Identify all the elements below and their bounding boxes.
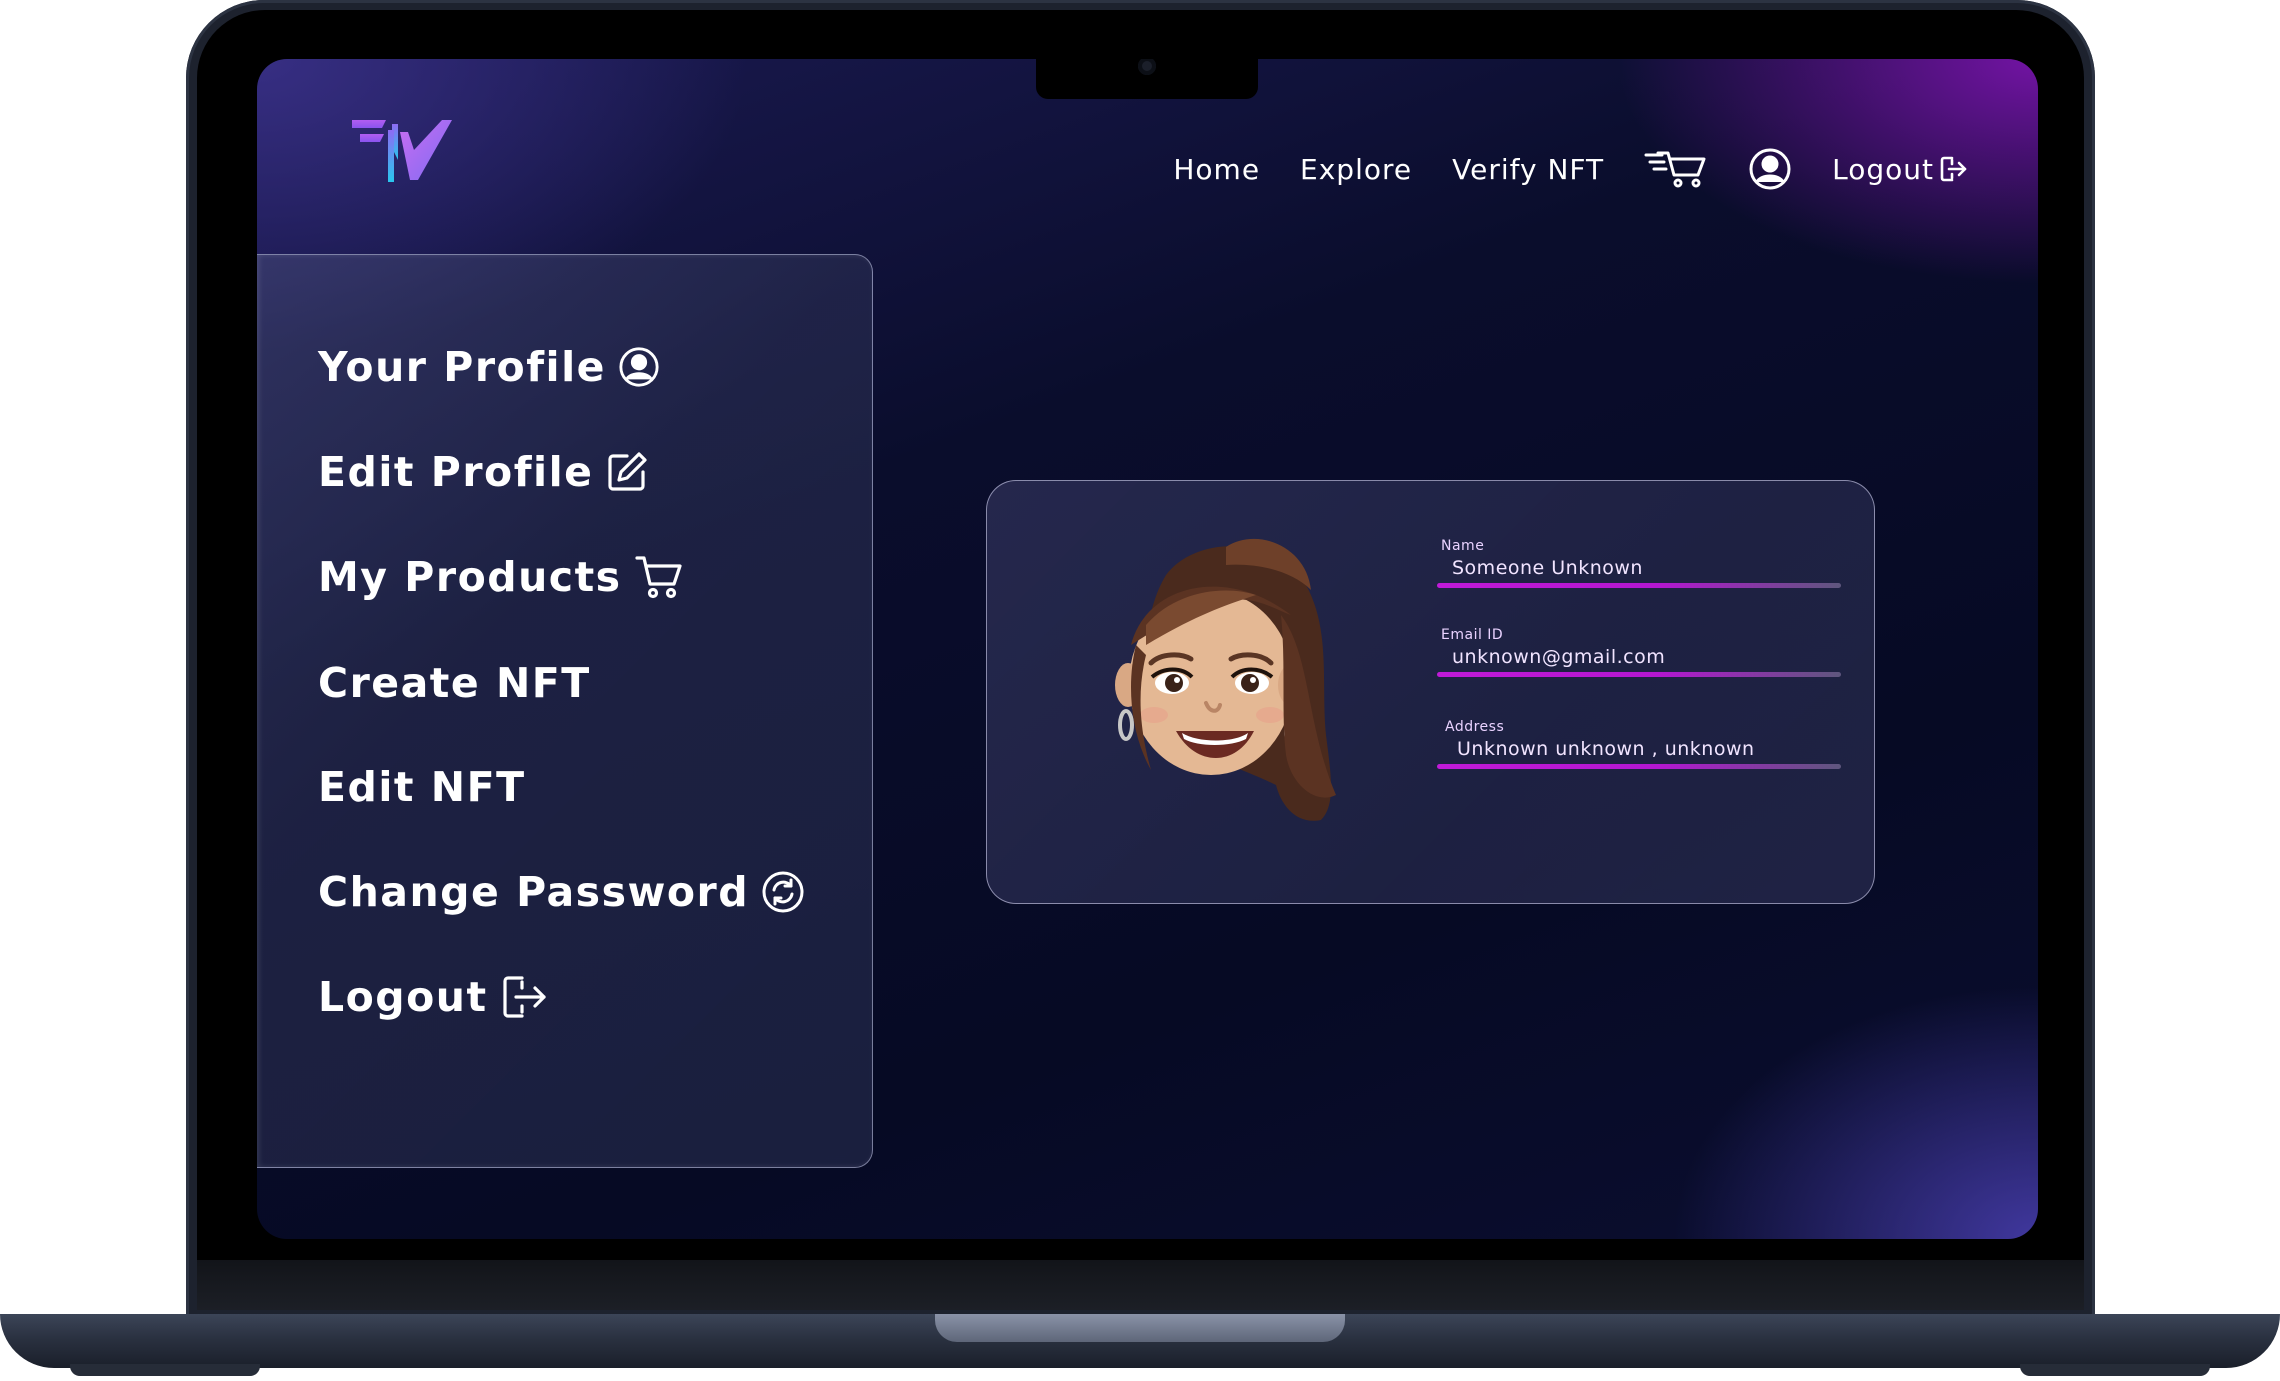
nav-verify-nft-link[interactable]: Verify NFT — [1452, 153, 1604, 186]
top-nav: Home Explore Verify NFT Logout — [1133, 139, 1968, 199]
sidebar-item-change-password[interactable]: Change Password — [318, 868, 805, 916]
user-circle-icon — [619, 347, 659, 387]
cart-icon[interactable] — [1644, 149, 1708, 189]
email-underline — [1437, 672, 1841, 677]
sidebar: Your Profile Edit Profile My Products Cr… — [257, 254, 873, 1168]
fv-logo-icon[interactable] — [352, 120, 452, 184]
sidebar-item-edit-nft[interactable]: Edit NFT — [318, 763, 526, 811]
sidebar-item-edit-profile[interactable]: Edit Profile — [318, 448, 649, 496]
sidebar-item-label: My Products — [318, 553, 622, 601]
sidebar-item-label: Change Password — [318, 868, 750, 916]
sidebar-item-my-products[interactable]: My Products — [318, 553, 684, 601]
refresh-icon — [762, 871, 804, 913]
address-label: Address — [1445, 719, 1505, 735]
memoji-avatar — [1115, 538, 1336, 821]
sidebar-item-label: Edit Profile — [318, 448, 594, 496]
address-underline — [1437, 764, 1841, 769]
laptop-foot-left — [70, 1364, 260, 1376]
nav-logout-label: Logout — [1832, 152, 1934, 186]
sidebar-item-logout[interactable]: Logout — [318, 973, 550, 1021]
sidebar-item-label: Create NFT — [318, 659, 591, 707]
nav-home-link[interactable]: Home — [1173, 153, 1260, 186]
camera-icon — [1138, 59, 1156, 75]
sidebar-item-your-profile[interactable]: Your Profile — [318, 343, 660, 391]
edit-icon — [608, 452, 648, 491]
address-field[interactable]: Address Unknown unknown , unknown — [1437, 719, 1841, 769]
name-underline — [1437, 583, 1841, 588]
name-field[interactable]: Name Someone Unknown — [1437, 538, 1841, 588]
laptop-hinge — [197, 1260, 2084, 1310]
nav-explore-link[interactable]: Explore — [1300, 153, 1412, 186]
profile-card: Name Someone Unknown Email ID unknown@gm… — [986, 480, 1875, 904]
sidebar-item-label: Your Profile — [318, 343, 606, 391]
camera-notch — [1036, 59, 1258, 99]
nav-logout-button[interactable]: Logout — [1832, 153, 1968, 186]
user-circle-icon[interactable] — [1748, 147, 1792, 191]
name-value: Someone Unknown — [1452, 557, 1643, 579]
sidebar-item-create-nft[interactable]: Create NFT — [318, 659, 591, 707]
sidebar-item-label: Edit NFT — [318, 763, 526, 811]
logout-icon — [503, 976, 546, 1018]
email-field[interactable]: Email ID unknown@gmail.com — [1437, 627, 1841, 677]
laptop-foot-right — [2020, 1364, 2210, 1376]
name-label: Name — [1441, 538, 1485, 554]
email-label: Email ID — [1441, 627, 1504, 643]
cart-icon — [634, 556, 682, 599]
address-value: Unknown unknown , unknown — [1457, 738, 1755, 760]
app-screen: Home Explore Verify NFT Logout Your Prof… — [257, 59, 2038, 1239]
logout-icon — [1940, 156, 1967, 182]
email-value: unknown@gmail.com — [1452, 646, 1666, 668]
sidebar-item-label: Logout — [318, 973, 488, 1021]
laptop-thumb-notch — [935, 1314, 1345, 1342]
